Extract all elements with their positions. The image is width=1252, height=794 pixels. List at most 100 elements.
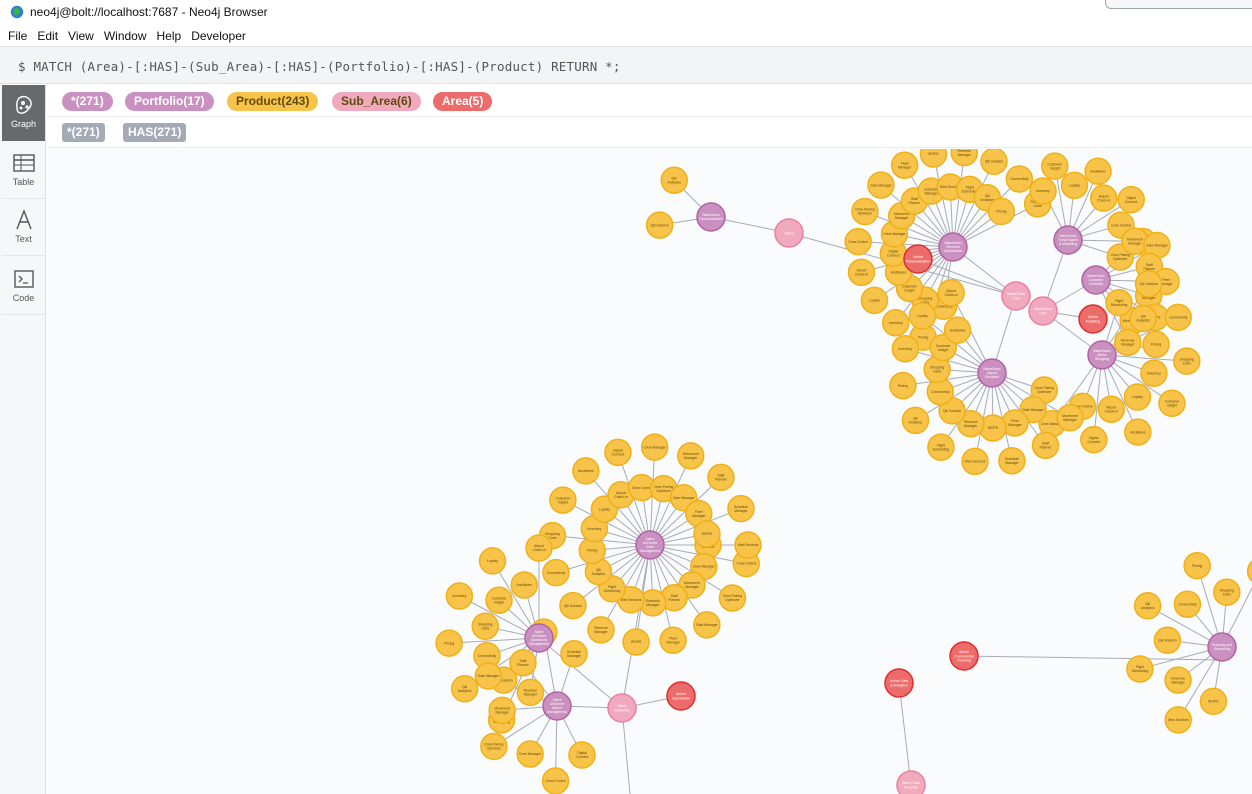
area-node[interactable]: AirlineRetailing: [1078, 304, 1108, 334]
product-node[interactable]: Inventory: [891, 334, 920, 363]
portfolio-node[interactable]: SabreSonicTravel Agent& Marketing: [1053, 225, 1083, 255]
product-node[interactable]: Crew Control: [844, 227, 872, 256]
view-graph-button[interactable]: Graph: [2, 85, 45, 141]
product-node[interactable]: iROPS: [693, 520, 721, 548]
menu-view[interactable]: View: [68, 29, 94, 43]
product-node[interactable]: Pricing: [889, 371, 917, 400]
product-node[interactable]: Ancillaries: [572, 457, 600, 485]
product-node[interactable]: iROPS: [622, 628, 650, 656]
product-node[interactable]: ShoppingCarts: [1173, 347, 1201, 375]
portfolio-node[interactable]: Planning andScheduling: [1207, 632, 1237, 662]
product-node[interactable]: QikAnalytics: [1133, 592, 1162, 620]
query-editor[interactable]: $ MATCH (Area)-[:HAS]-(Sub_Area)-[:HAS]-…: [0, 46, 1252, 84]
product-node[interactable]: StaffPlanner: [509, 649, 537, 677]
product-node[interactable]: AirportCheck-in: [1089, 184, 1118, 212]
product-node[interactable]: ShoppingCarts: [1213, 578, 1241, 606]
product-node[interactable]: Loyalty: [860, 286, 889, 315]
product-node[interactable]: iROPS: [1199, 687, 1228, 716]
portfolio-node[interactable]: SabreAirCentreAirportManagement: [542, 691, 572, 721]
product-node[interactable]: Ancillaries: [1084, 157, 1112, 186]
product-node[interactable]: Gate Manager: [474, 662, 503, 690]
sub-area-node[interactable]: SabreSonicCSS: [1001, 281, 1031, 311]
menu-edit[interactable]: Edit: [37, 29, 58, 43]
product-node[interactable]: FleetManager: [890, 151, 919, 179]
sub-area-node[interactable]: SabreAirCentre: [607, 693, 637, 723]
graph-canvas[interactable]: Qik Solution Qik Analytics Connectivity Pric…: [47, 149, 1252, 794]
product-node[interactable]: MovementManager: [676, 442, 705, 470]
node-label-product[interactable]: Product(243): [227, 92, 319, 111]
product-node[interactable]: CustomerInsight: [549, 486, 577, 514]
product-node[interactable]: RevenueManager: [587, 616, 615, 644]
product-node[interactable]: Crew PairingOptimizer: [480, 732, 508, 761]
product-node[interactable]: QikAnalytics: [660, 166, 688, 194]
product-node[interactable]: MovementManager: [488, 696, 516, 725]
sub-area-node[interactable]: Sabre DataAnalytics: [896, 770, 926, 794]
product-node[interactable]: Inventory: [1029, 177, 1057, 205]
product-node[interactable]: Crew Manager: [640, 433, 669, 461]
product-node[interactable]: Loyalty: [478, 547, 507, 575]
portfolio-node[interactable]: SabreSonicCustomerCentricity: [1081, 265, 1111, 295]
product-node[interactable]: Connectivity: [1164, 303, 1192, 332]
product-node[interactable]: RevenueManager: [1164, 666, 1192, 694]
product-node[interactable]: AirportCheck-in: [847, 258, 876, 287]
menu-file[interactable]: File: [8, 29, 27, 43]
product-node[interactable]: iROPS: [919, 149, 948, 168]
product-node[interactable]: Inventory: [881, 309, 910, 337]
product-node[interactable]: Pricing: [435, 629, 463, 657]
product-node[interactable]: Connectivity: [1173, 590, 1202, 619]
portfolio-node[interactable]: SabreSonicAirlineShopping: [1087, 340, 1117, 370]
product-node[interactable]: Inventory: [1246, 558, 1252, 584]
product-node[interactable]: ScheduleManager: [727, 494, 755, 523]
product-node[interactable]: Loyalty: [1123, 383, 1152, 411]
product-node[interactable]: Ancillaries: [510, 571, 539, 599]
product-node[interactable]: AirportCheck-in: [525, 534, 553, 562]
product-node[interactable]: Crew PairingOptimizer: [851, 197, 879, 226]
product-node[interactable]: ScheduleManager: [998, 447, 1026, 475]
product-node[interactable]: RevenueManager: [516, 678, 545, 707]
product-node[interactable]: StaffPlanner: [707, 463, 735, 492]
product-node[interactable]: Inventory: [445, 582, 474, 610]
product-node[interactable]: Connectivity: [542, 558, 570, 587]
has-relationship[interactable]: [898, 682, 912, 786]
product-node[interactable]: Qik Solution: [559, 591, 587, 620]
product-node[interactable]: Ancillaries: [1124, 418, 1152, 446]
node-label-sub-area[interactable]: Sub_Area(6): [332, 92, 421, 111]
product-node[interactable]: RevenueManager: [950, 149, 979, 167]
product-node[interactable]: CustomerInsight: [1158, 389, 1186, 418]
product-node[interactable]: FlightScheduling: [1126, 655, 1154, 683]
menu-window[interactable]: Window: [104, 29, 147, 43]
product-node[interactable]: Pricing: [1183, 551, 1211, 580]
product-node[interactable]: Crew Control: [541, 767, 570, 794]
sub-area-node[interactable]: Sabre: [774, 218, 804, 248]
view-text-button[interactable]: Text: [2, 200, 45, 256]
menu-help[interactable]: Help: [157, 29, 182, 43]
product-node[interactable]: Web Services: [961, 447, 989, 476]
product-node[interactable]: FlightScheduling: [927, 433, 955, 461]
product-node[interactable]: MovementManager: [1056, 404, 1084, 432]
product-node[interactable]: Inventory: [1140, 359, 1168, 388]
product-node[interactable]: ScheduleManager: [560, 639, 588, 668]
area-node[interactable]: Airline Data& Analytics: [884, 668, 914, 698]
product-node[interactable]: Qik Solution: [645, 211, 674, 239]
product-node[interactable]: Qik Solution: [1134, 270, 1163, 298]
sub-area-node[interactable]: SabreSonicCSS: [1028, 296, 1058, 326]
rel-type-has[interactable]: HAS(271): [123, 123, 187, 142]
product-node[interactable]: Pricing: [987, 197, 1016, 226]
product-node[interactable]: StaffPlanner: [1031, 431, 1060, 460]
portfolio-node[interactable]: SabreSonicPersonalization: [696, 202, 726, 232]
product-node[interactable]: RevenueManager: [1114, 328, 1142, 357]
portfolio-node[interactable]: SabreSonicRevenueOptimization: [938, 232, 968, 262]
node-label-area[interactable]: Area(5): [433, 92, 493, 111]
product-node[interactable]: FlightScheduling: [1105, 288, 1133, 317]
product-node[interactable]: DigitalConnect: [568, 741, 596, 769]
product-node[interactable]: Crew PairingOptimizer: [718, 584, 747, 612]
product-node[interactable]: Ancillaries: [943, 316, 972, 344]
rel-type-all[interactable]: *(271): [62, 123, 105, 142]
product-node[interactable]: Qik Solution: [1153, 626, 1182, 655]
product-node[interactable]: DigitalConnect: [604, 438, 632, 467]
node-label-all[interactable]: *(271): [62, 92, 113, 111]
product-node[interactable]: DigitalConnect: [1080, 425, 1108, 454]
product-node[interactable]: Crew Manager: [516, 740, 544, 768]
view-table-button[interactable]: Table: [2, 143, 45, 199]
menu-developer[interactable]: Developer: [191, 29, 246, 43]
